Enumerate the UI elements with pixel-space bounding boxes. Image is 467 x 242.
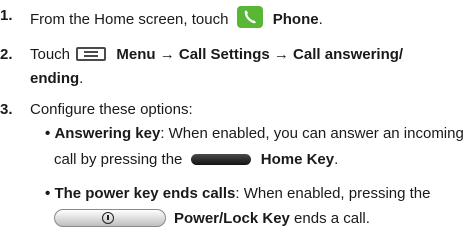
option-desc-pre: call by pressing the bbox=[54, 151, 183, 168]
step-text: Touch Menu → Call Settings → Call answer… bbox=[30, 45, 403, 65]
step-text-post: . bbox=[318, 11, 323, 28]
step-text-continued: ending. bbox=[30, 69, 83, 89]
menu-path-end: ending bbox=[30, 70, 80, 87]
step-text: From the Home screen, touch Phone. bbox=[30, 6, 323, 30]
option-desc: : When enabled, pressing the bbox=[235, 185, 431, 202]
option-answering-key-continued: call by pressing the Home Key. bbox=[54, 150, 338, 170]
menu-path: Menu → Call Settings → Call answering/ bbox=[116, 46, 404, 63]
power-symbol-icon bbox=[102, 212, 114, 224]
option-desc: : When enabled, you can answer an incomi… bbox=[160, 125, 464, 142]
step-text-pre: From the Home screen, touch bbox=[30, 11, 229, 28]
option-title: The power key ends calls bbox=[54, 185, 236, 202]
option-answering-key: • Answering key: When enabled, you can a… bbox=[45, 124, 464, 144]
phone-icon bbox=[236, 6, 263, 28]
step-text-pre: Touch bbox=[30, 46, 71, 63]
step-number: 3. bbox=[0, 101, 13, 118]
power-key-label: Power/Lock Key bbox=[174, 210, 290, 227]
option-desc-post: ends a call. bbox=[289, 210, 370, 227]
step-text: Configure these options: bbox=[30, 101, 193, 118]
option-desc-post: . bbox=[334, 151, 339, 168]
option-power-key-ends-calls: • The power key ends calls: When enabled… bbox=[45, 184, 430, 204]
step-number: 1. bbox=[0, 7, 13, 24]
home-key-label: Home Key bbox=[260, 151, 335, 168]
option-title: Answering key bbox=[54, 125, 161, 142]
step-number: 2. bbox=[0, 46, 13, 63]
menu-icon bbox=[76, 47, 107, 61]
phone-label: Phone bbox=[272, 11, 319, 28]
bullet: • bbox=[45, 185, 51, 202]
option-power-key-ends-calls-continued: Power/Lock Key ends a call. bbox=[54, 209, 370, 229]
home-key-icon bbox=[190, 154, 251, 165]
bullet: • bbox=[45, 125, 51, 142]
power-lock-key-icon bbox=[54, 209, 166, 227]
step-text-post: . bbox=[79, 70, 84, 87]
